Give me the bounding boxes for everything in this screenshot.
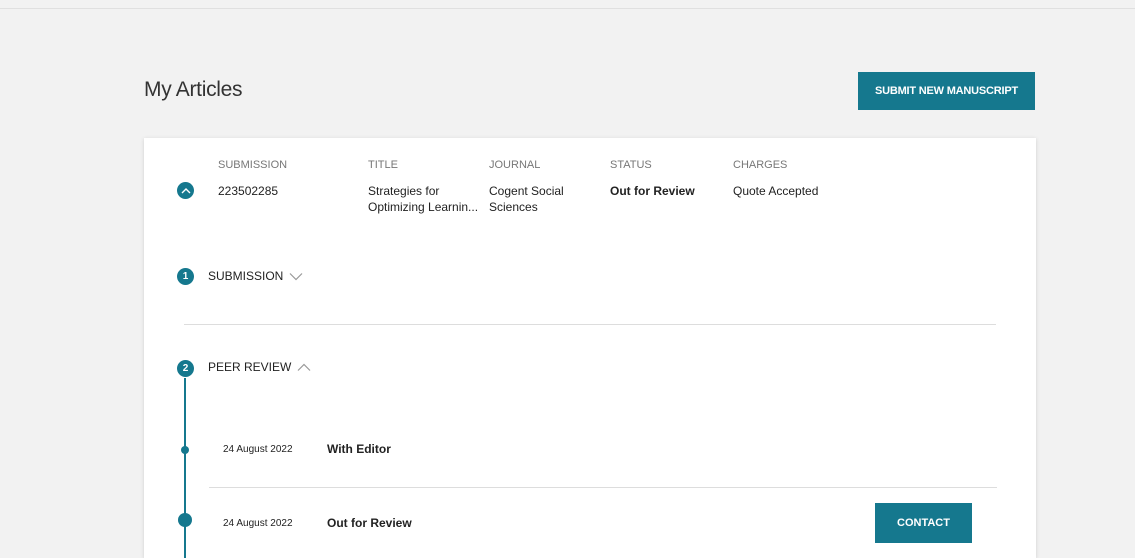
article-status: Out for Review bbox=[610, 184, 695, 198]
event-divider bbox=[209, 487, 997, 488]
step-number-1: 1 bbox=[177, 268, 194, 285]
chevron-up-icon bbox=[181, 188, 190, 194]
top-divider bbox=[0, 8, 1135, 9]
article-card: SUBMISSION TITLE JOURNAL STATUS CHARGES … bbox=[144, 138, 1036, 558]
chevron-down-icon bbox=[289, 272, 303, 280]
submit-new-manuscript-button[interactable]: SUBMIT NEW MANUSCRIPT bbox=[858, 72, 1035, 110]
step-submission-label: SUBMISSION bbox=[208, 269, 284, 283]
timeline-dot-current bbox=[178, 513, 192, 527]
article-title-line2: Optimizing Learnin... bbox=[368, 200, 479, 214]
status-header: STATUS bbox=[610, 159, 652, 171]
event-date: 24 August 2022 bbox=[223, 518, 293, 529]
step-number-2: 2 bbox=[177, 360, 194, 377]
article-title[interactable]: Strategies for Optimizing Learnin... bbox=[368, 183, 478, 215]
step-submission-toggle[interactable]: SUBMISSION bbox=[208, 269, 303, 283]
journal-name: Cogent Social Sciences bbox=[489, 183, 564, 215]
event-date: 24 August 2022 bbox=[223, 444, 293, 455]
step-divider bbox=[184, 324, 996, 325]
event-status: With Editor bbox=[327, 442, 391, 456]
event-status: Out for Review bbox=[327, 516, 412, 530]
submission-id: 223502285 bbox=[218, 184, 279, 198]
step-peer-review-toggle[interactable]: PEER REVIEW bbox=[208, 360, 311, 374]
timeline-line bbox=[184, 378, 186, 558]
submission-header: SUBMISSION bbox=[218, 159, 288, 171]
title-header: TITLE bbox=[368, 159, 398, 171]
page-title: My Articles bbox=[144, 78, 243, 101]
step-peer-review-label: PEER REVIEW bbox=[208, 360, 292, 374]
collapse-article-button[interactable] bbox=[177, 182, 194, 199]
journal-header: JOURNAL bbox=[489, 159, 541, 171]
chevron-up-icon bbox=[297, 363, 311, 371]
journal-name-line1: Cogent Social bbox=[489, 184, 564, 198]
timeline-dot bbox=[181, 446, 189, 454]
article-title-line1: Strategies for bbox=[368, 184, 440, 198]
contact-button[interactable]: CONTACT bbox=[875, 503, 972, 543]
article-charges: Quote Accepted bbox=[733, 184, 819, 198]
journal-name-line2: Sciences bbox=[489, 200, 538, 214]
charges-header: CHARGES bbox=[733, 159, 788, 171]
